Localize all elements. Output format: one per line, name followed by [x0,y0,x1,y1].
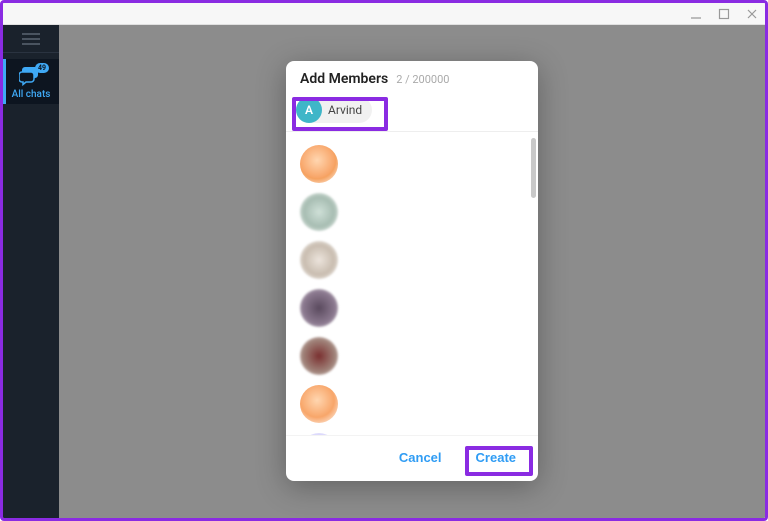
create-button[interactable]: Create [464,444,528,471]
avatar [300,193,338,231]
minimize-icon[interactable] [689,7,703,21]
member-chip-arvind[interactable]: A Arvind [296,97,372,123]
avatar [300,433,338,435]
app-body: 49 All chats Add Members 2 / 200000 [3,25,765,518]
dialog-header: Add Members 2 / 200000 [286,61,538,91]
avatar: A [296,97,322,123]
list-item[interactable] [300,140,538,188]
sidebar: 49 All chats [3,25,59,518]
sidebar-tab-all-chats[interactable]: 49 All chats [3,59,59,104]
avatar [300,145,338,183]
list-item[interactable] [300,236,538,284]
avatar [300,337,338,375]
sidebar-tab-label: All chats [12,89,51,100]
hamburger-menu-button[interactable] [3,25,59,53]
app-window: 49 All chats Add Members 2 / 200000 [0,0,768,521]
contact-list[interactable] [286,132,538,435]
scrollbar-thumb[interactable] [531,138,536,198]
dialog-footer: Cancel Create [286,435,538,481]
close-icon[interactable] [745,7,759,21]
list-item[interactable] [300,188,538,236]
list-item[interactable] [300,332,538,380]
selected-members-row[interactable]: A Arvind [286,91,538,132]
add-members-dialog: Add Members 2 / 200000 A Arvind [286,61,538,481]
list-item[interactable] [300,284,538,332]
list-item[interactable] [300,380,538,428]
modal-overlay[interactable]: Add Members 2 / 200000 A Arvind [59,25,765,518]
list-item[interactable] [300,428,538,435]
avatar [300,241,338,279]
dialog-title: Add Members [300,71,388,87]
titlebar [3,3,765,25]
avatar [300,385,338,423]
avatar [300,289,338,327]
dialog-member-count: 2 / 200000 [396,73,449,86]
maximize-icon[interactable] [717,7,731,21]
member-chip-name: Arvind [328,103,362,117]
cancel-button[interactable]: Cancel [387,444,454,471]
unread-badge: 49 [35,63,49,73]
